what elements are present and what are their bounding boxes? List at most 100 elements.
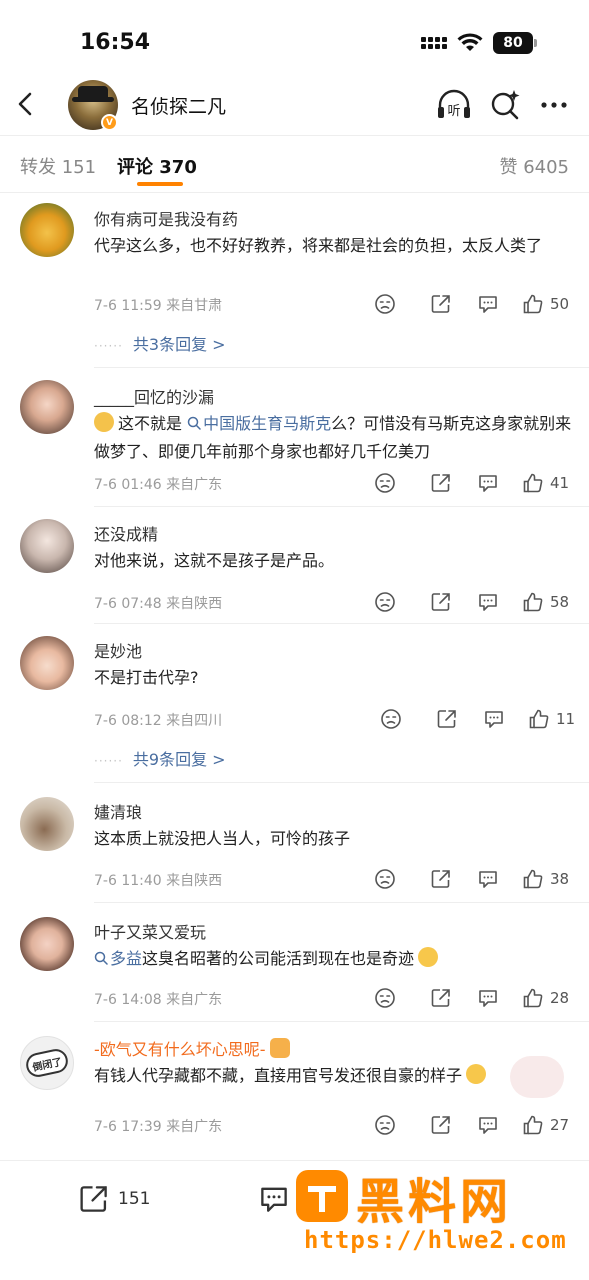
comment-meta: 7-6 17:39 来自广东 [94,1119,223,1135]
comment-text-suffix: 这臭名昭著的公司能活到现在也是奇迹 [142,949,415,968]
like-button[interactable]: 38 [522,867,569,891]
reply-icon[interactable] [477,590,499,614]
reply-icon[interactable] [477,471,499,495]
comment-item: 你有病可是我没有药 代孕这么多，也不好好教养，将来都是社会的负担，太反人类了 7… [0,193,589,375]
commenter-name[interactable]: 嫿清琅 [94,799,142,823]
comment-text-body: 有钱人代孕藏都不藏，直接用官号发还很自豪的样子 [94,1066,463,1085]
repost-count: 151 [118,1189,151,1209]
post-header: V 名侦探二凡 听 [0,72,589,136]
dislike-icon[interactable] [374,292,396,316]
commenter-avatar[interactable] [20,797,74,851]
comment-text: 代孕这么多，也不好好教养，将来都是社会的负担，太反人类了 [94,236,543,255]
comment-item: 还没成精 对他来说，这就不是孩子是产品。 7-6 07:48 来自陕西 58 [0,507,589,625]
share-icon[interactable] [430,1113,452,1137]
like-count: 27 [550,1116,570,1134]
commenter-name[interactable]: -欧气又有什么坏心思呢- [94,1036,294,1060]
comment-item: 是妙池 不是打击代孕? 7-6 08:12 来自四川 11 ······ 共9条回… [0,624,589,784]
comment-text-prefix: 这不就是 [118,414,188,433]
comment-item: 叶子又菜又爱玩 多益这臭名昭著的公司能活到现在也是奇迹 7-6 14:08 来自… [0,903,589,1023]
status-time: 16:54 [80,30,151,55]
back-arrow-icon[interactable] [14,88,38,120]
like-button[interactable]: 50 [522,292,569,316]
share-icon[interactable] [436,707,458,731]
reply-icon[interactable] [483,707,505,731]
battery-level: 80 [493,32,533,54]
share-icon[interactable] [430,471,452,495]
cellular-signal-icon [421,37,447,49]
thumbs-up-icon [523,473,543,493]
share-icon[interactable] [430,590,452,614]
thumbs-up-icon [523,1115,543,1135]
reply-icon[interactable] [477,986,499,1010]
share-icon[interactable] [430,986,452,1010]
share-icon[interactable] [430,292,452,316]
status-bar: 16:54 80 [0,0,589,72]
commenter-name[interactable]: 叶子又菜又爱玩 [94,919,206,943]
listen-headphones-icon[interactable]: 听 [436,88,472,122]
like-count: 50 [550,295,570,313]
thumbs-up-icon [523,294,543,314]
active-tab-indicator [137,182,183,186]
commenter-avatar[interactable] [20,917,74,971]
dislike-icon[interactable] [374,1113,396,1137]
comment-item: 倒闭了 -欧气又有什么坏心思呢- 有钱人代孕藏都不藏，直接用官号发还很自豪的样子… [0,1022,589,1160]
author-name[interactable]: 名侦探二凡 [131,92,226,119]
like-count: 58 [550,593,570,611]
like-button[interactable]: 27 [522,1113,569,1137]
tab-likes[interactable]: 赞 6405 [499,153,569,179]
commenter-avatar[interactable]: 倒闭了 [20,1036,74,1090]
verified-badge-icon: V [101,114,118,131]
commenter-avatar[interactable] [20,636,74,690]
dislike-icon[interactable] [374,867,396,891]
commenter-name[interactable]: _____回忆的沙漏 [94,384,214,408]
view-replies-link[interactable]: ······ 共9条回复 > [94,746,226,770]
svg-text:听: 听 [447,104,460,119]
like-button[interactable]: 28 [522,986,569,1010]
tab-comments[interactable]: 评论 370 [117,153,197,179]
commenter-avatar[interactable] [20,203,74,257]
comment-meta: 7-6 11:59 来自甘肃 [94,298,223,314]
commenter-avatar[interactable] [20,380,74,434]
share-icon[interactable] [430,867,452,891]
commenter-name[interactable]: 是妙池 [94,638,142,662]
comment-text: 这不就是 中国版生育马斯克么？可惜没有马斯克这身家就别来做梦了、即便几年前那个身… [94,410,572,466]
like-count: 41 [550,474,570,492]
comment-text: 对他来说，这就不是孩子是产品。 [94,551,335,570]
wifi-icon [457,33,483,51]
search-sparkle-icon[interactable] [488,88,524,122]
comment-meta: 7-6 08:12 来自四川 [94,713,223,729]
comment-meta: 7-6 11:40 来自陕西 [94,873,223,889]
like-button[interactable]: 58 [522,590,569,614]
comment-text: 有钱人代孕藏都不藏，直接用官号发还很自豪的样子 [94,1062,572,1090]
reply-icon[interactable] [477,292,499,316]
replies-label: 共9条回复 > [132,750,226,769]
topic-text: 中国版生育马斯克 [203,414,332,433]
reply-icon[interactable] [477,867,499,891]
like-button[interactable]: 41 [522,471,569,495]
commenter-name[interactable]: 你有病可是我没有药 [94,206,238,230]
view-replies-link[interactable]: ······ 共3条回复 > [94,331,226,355]
watermark-text: 黑料网 [356,1174,513,1230]
like-count: 11 [556,710,576,728]
repost-button[interactable]: 151 [78,1183,150,1215]
dislike-icon[interactable] [374,471,396,495]
dislike-icon[interactable] [380,707,402,731]
search-icon [94,951,108,965]
topic-link[interactable]: 中国版生育马斯克 [187,414,331,433]
share-icon [80,1186,107,1212]
comment-meta: 7-6 01:46 来自广东 [94,477,223,493]
topic-link[interactable]: 多益 [94,949,142,968]
cat-emoji-icon [94,412,114,432]
dislike-icon[interactable] [374,986,396,1010]
comment-item: _____回忆的沙漏 这不就是 中国版生育马斯克么？可惜没有马斯克这身家就别来做… [0,368,589,508]
more-options-icon[interactable] [538,88,574,122]
tab-repost[interactable]: 转发 151 [20,153,96,179]
commenter-avatar[interactable] [20,519,74,573]
commenter-name[interactable]: 还没成精 [94,521,158,545]
thinking-emoji-icon [466,1064,487,1084]
watermark: 黑料网 https://hlwe2.com [290,1160,589,1260]
comment-item: 嫿清琅 这本质上就没把人当人，可怜的孩子 7-6 11:40 来自陕西 38 [0,783,589,903]
like-button[interactable]: 11 [528,707,575,731]
reply-icon[interactable] [477,1113,499,1137]
dislike-icon[interactable] [374,590,396,614]
